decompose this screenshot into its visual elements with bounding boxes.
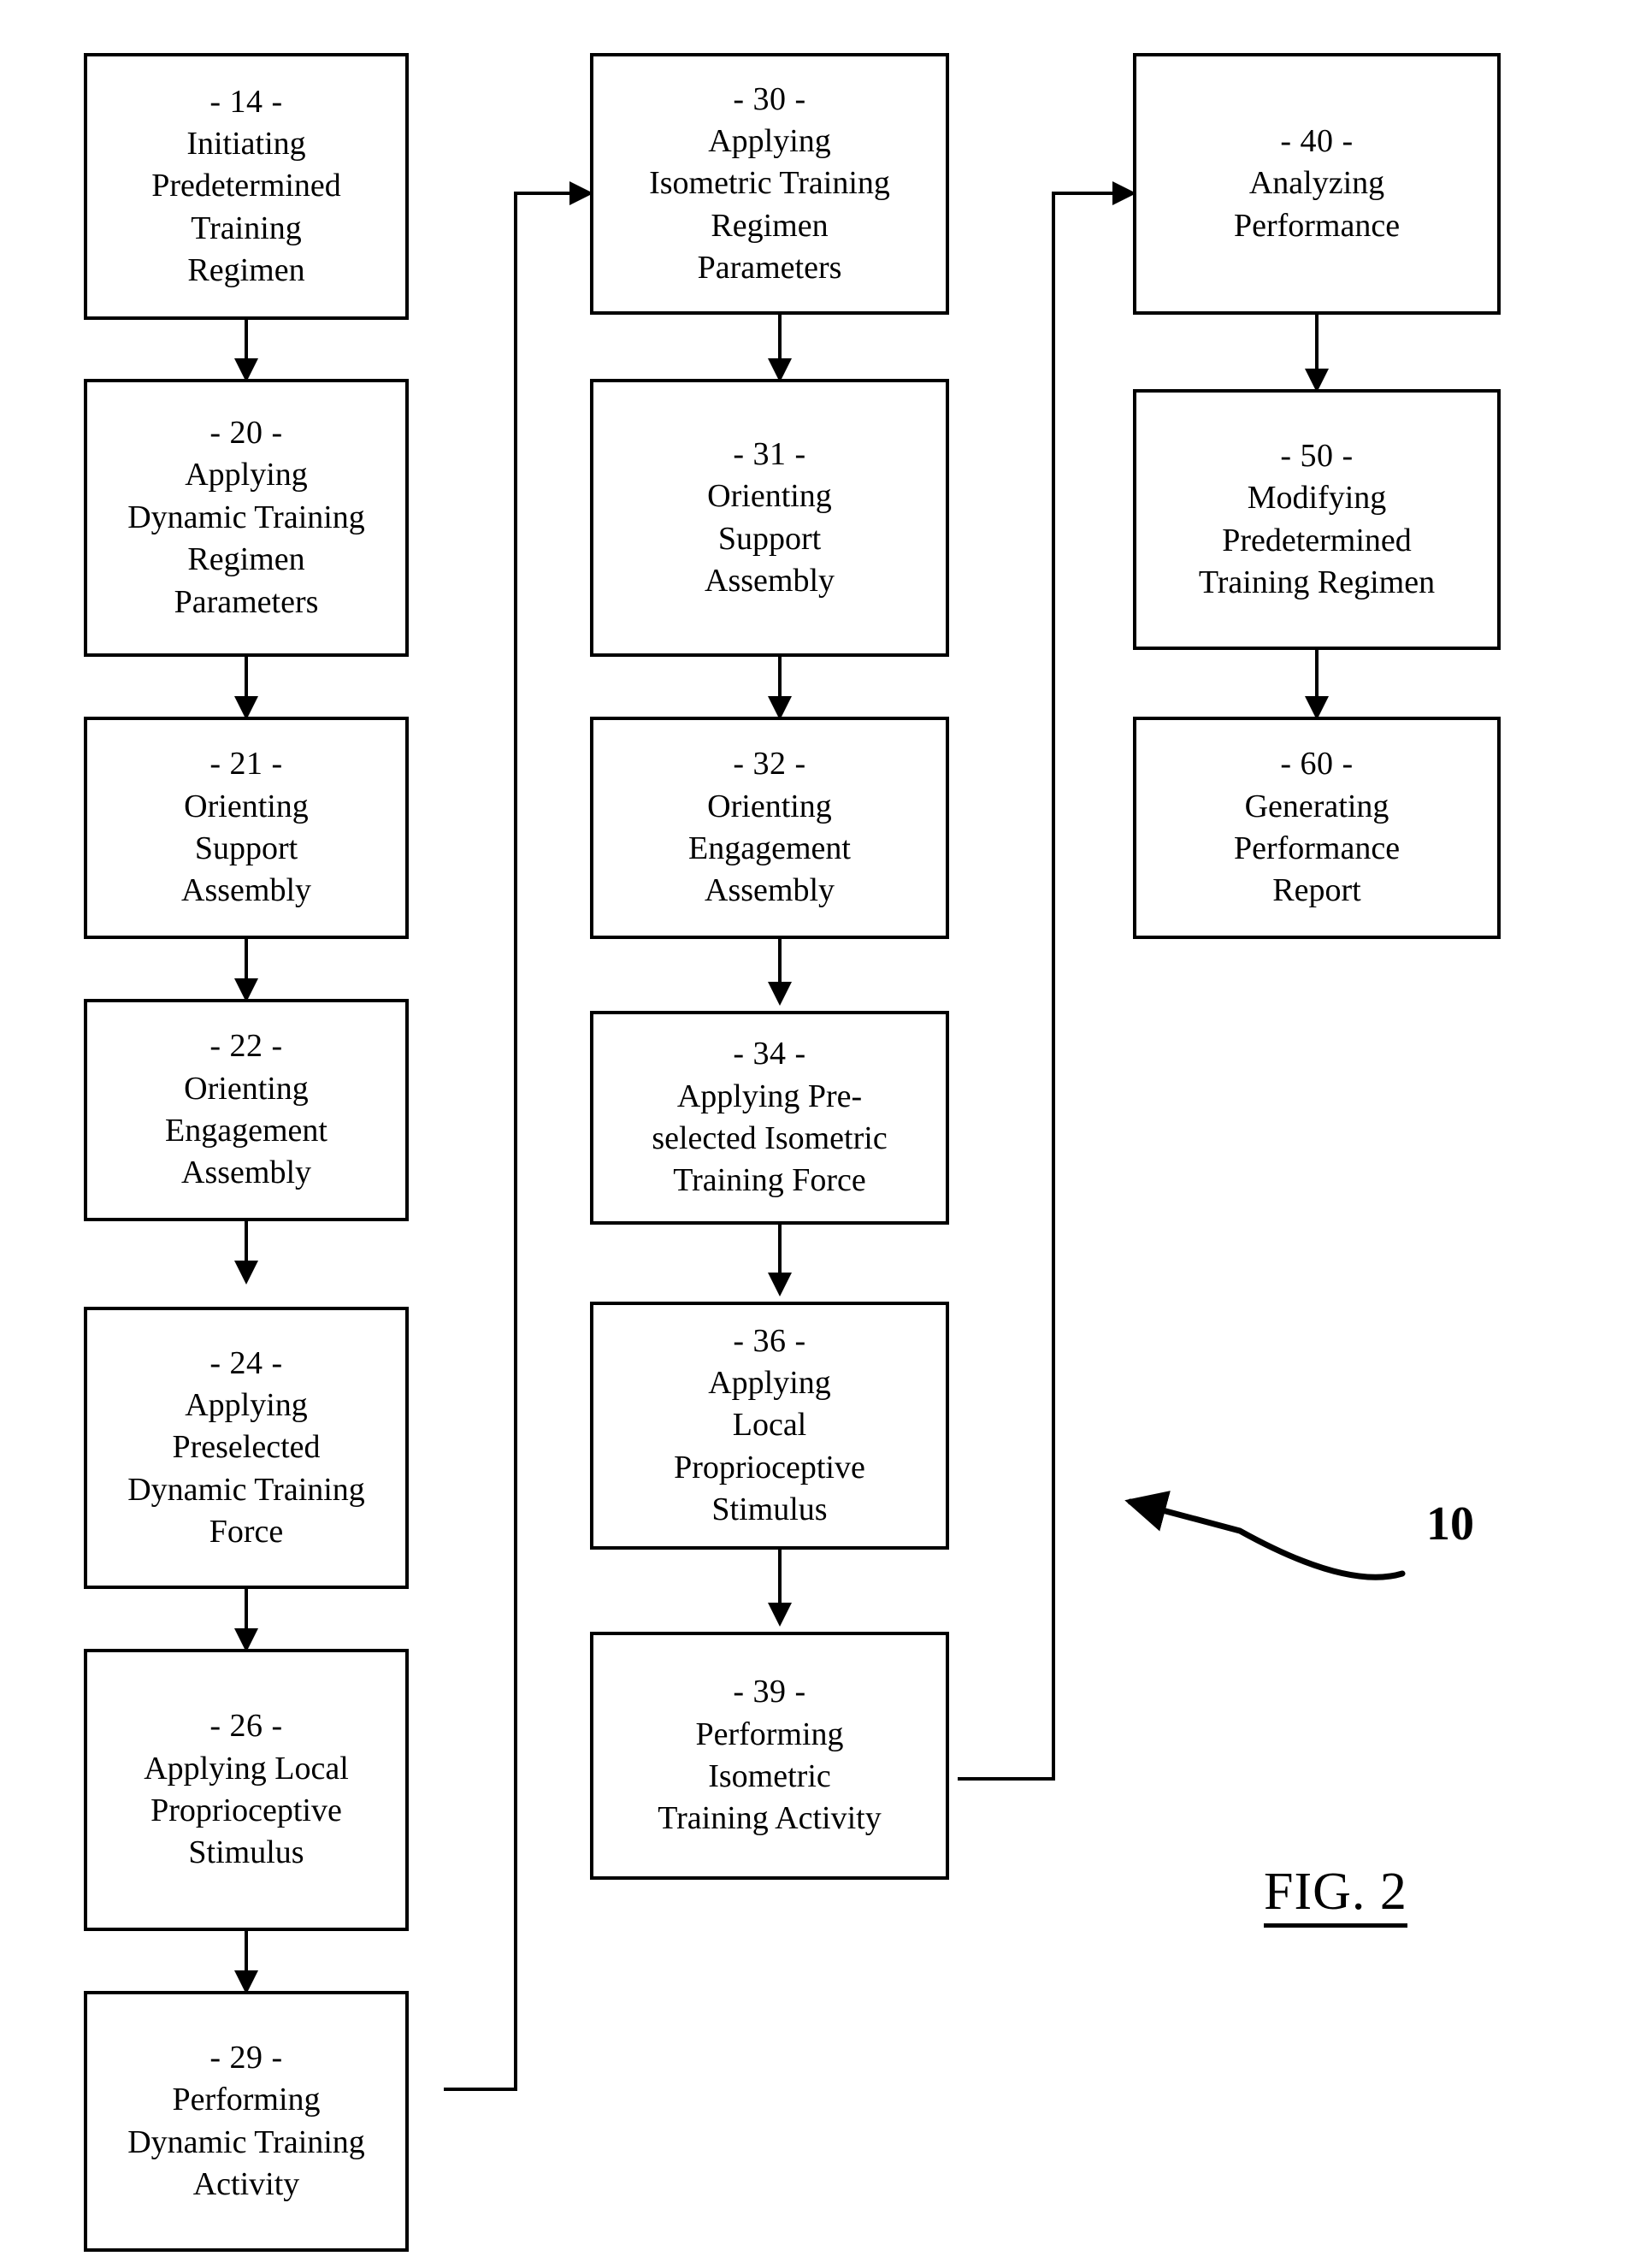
flow-box-21-ref: - 21 - — [209, 746, 283, 783]
flow-box-22[interactable]: - 22 - Orienting Engagement Assembly — [84, 999, 409, 1221]
figure-caption: FIG. 2 — [1264, 1863, 1407, 1928]
flow-box-39[interactable]: - 39 - Performing Isometric Training Act… — [590, 1632, 949, 1880]
flow-box-60[interactable]: - 60 - Generating Performance Report — [1133, 717, 1501, 939]
flow-box-50-label: Modifying Predetermined Training Regimen — [1198, 480, 1436, 600]
flow-box-40[interactable]: - 40 - Analyzing Performance — [1133, 53, 1501, 315]
flow-box-50[interactable]: - 50 - Modifying Predetermined Training … — [1133, 389, 1501, 650]
flow-box-31-ref: - 31 - — [733, 435, 806, 472]
flow-box-24[interactable]: - 24 - Applying Preselected Dynamic Trai… — [84, 1307, 409, 1589]
connector-39-to-40 — [958, 181, 1136, 1781]
flow-box-22-label: Orienting Engagement Assembly — [165, 1070, 327, 1191]
flow-box-32-label: Orienting Engagement Assembly — [688, 788, 851, 909]
flow-box-31-label: Orienting Support Assembly — [705, 478, 835, 599]
flow-box-30-label: Applying Isometric Training Regimen Para… — [649, 122, 890, 286]
flow-box-36-label: Applying Local Proprioceptive Stimulus — [674, 1364, 865, 1528]
flow-box-14-label: Initiating Predetermined Training Regime… — [151, 125, 341, 289]
flow-box-30[interactable]: - 30 - Applying Isometric Training Regim… — [590, 53, 949, 315]
flow-box-29-label: Performing Dynamic Training Activity — [127, 2082, 365, 2202]
flow-box-36[interactable]: - 36 - Applying Local Proprioceptive Sti… — [590, 1302, 949, 1550]
flow-box-36-ref: - 36 - — [733, 1322, 806, 1359]
flow-box-24-ref: - 24 - — [209, 1344, 283, 1381]
flow-box-20-label: Applying Dynamic Training Regimen Parame… — [127, 457, 365, 620]
connector-29-to-30 — [444, 181, 593, 2091]
flow-box-26-ref: - 26 - — [209, 1708, 283, 1745]
flow-box-32-ref: - 32 - — [733, 746, 806, 783]
flow-box-31[interactable]: - 31 - Orienting Support Assembly — [590, 379, 949, 657]
flow-box-20[interactable]: - 20 - Applying Dynamic Training Regimen… — [84, 379, 409, 657]
reference-numeral-10: 10 — [1426, 1497, 1474, 1550]
flow-box-34-label: Applying Pre- selected Isometric Trainin… — [652, 1078, 888, 1199]
flow-box-20-ref: - 20 - — [209, 415, 283, 452]
flow-box-29[interactable]: - 29 - Performing Dynamic Training Activ… — [84, 1991, 409, 2252]
flow-box-60-label: Generating Performance Report — [1233, 788, 1401, 909]
flow-box-39-label: Performing Isometric Training Activity — [658, 1716, 882, 1837]
flow-box-22-ref: - 22 - — [209, 1028, 283, 1065]
flow-box-34[interactable]: - 34 - Applying Pre- selected Isometric … — [590, 1011, 949, 1225]
flow-box-21-label: Orienting Support Assembly — [181, 788, 311, 909]
flow-box-26[interactable]: - 26 - Applying Local Proprioceptive Sti… — [84, 1649, 409, 1931]
flow-box-39-ref: - 39 - — [733, 1674, 806, 1710]
flow-box-40-label: Analyzing Performance — [1233, 165, 1401, 244]
patent-figure-2: - 14 - Initiating Predetermined Training… — [0, 0, 1646, 2268]
reference-leader-line-10 — [1124, 1491, 1406, 1580]
flow-box-30-ref: - 30 - — [733, 80, 806, 117]
flow-box-40-ref: - 40 - — [1280, 122, 1354, 159]
flow-box-26-label: Applying Local Proprioceptive Stimulus — [144, 1750, 349, 1871]
flow-box-14-ref: - 14 - — [209, 83, 283, 120]
flow-box-24-label: Applying Preselected Dynamic Training Fo… — [127, 1386, 365, 1550]
flow-box-14[interactable]: - 14 - Initiating Predetermined Training… — [84, 53, 409, 320]
flow-box-50-ref: - 50 - — [1280, 437, 1354, 474]
flow-box-34-ref: - 34 - — [733, 1036, 806, 1072]
flow-box-29-ref: - 29 - — [209, 2039, 283, 2076]
flow-box-60-ref: - 60 - — [1280, 746, 1354, 783]
flow-box-21[interactable]: - 21 - Orienting Support Assembly — [84, 717, 409, 939]
flow-box-32[interactable]: - 32 - Orienting Engagement Assembly — [590, 717, 949, 939]
